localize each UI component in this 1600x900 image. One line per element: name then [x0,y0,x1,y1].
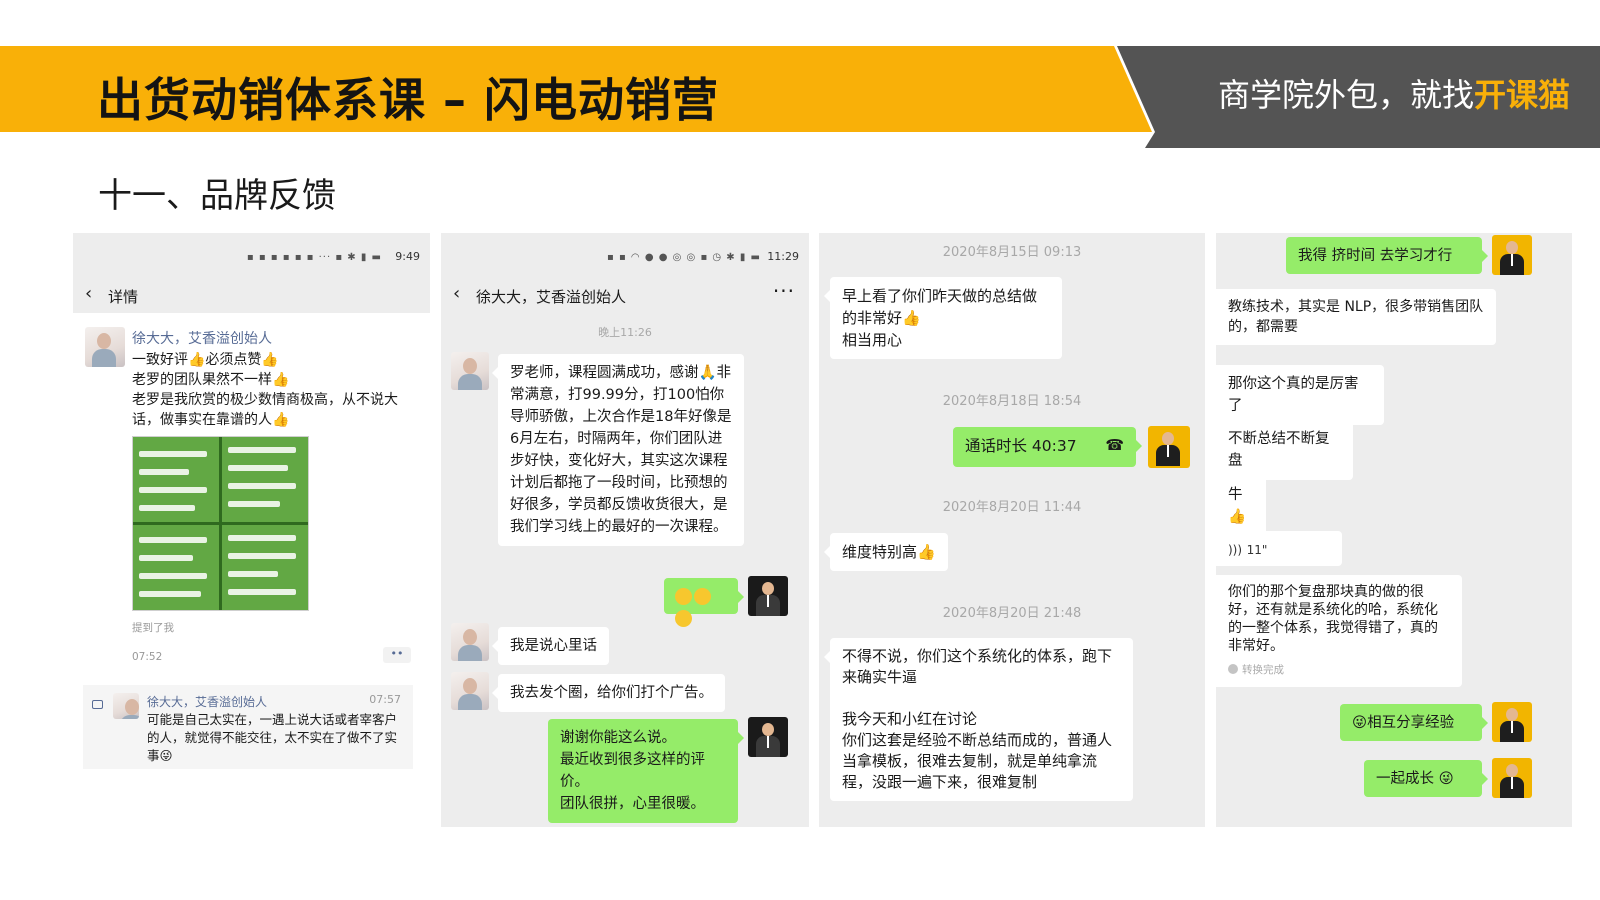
chat-time-label: 晚上11:26 [598,326,652,339]
call-bubble: 通话时长 40:37 ☎ [953,427,1142,467]
avatar[interactable] [85,327,125,367]
voice-transcript: 你们的那个复盘那块真的做的很好，还有就是系统化的哈，系统化的一整个体系，我觉得错… [1216,575,1462,687]
message-bubble: 不断总结不断复盘 [1216,420,1353,480]
image-cell [133,525,219,610]
avatar-self[interactable] [748,717,788,757]
post-time: 07:52 [132,651,163,663]
sent-bubble: 我得 挤时间 去学习才行 [1286,237,1488,274]
comment-icon [92,700,103,709]
message-bubble: 那你这个真的是厉害了 [1216,365,1384,425]
chat-title: 徐大大，艾香溢创始人 [476,288,627,306]
message-bubble: 维度特别高👍 [824,533,948,571]
screenshot-moments-post: ▪ ▪ ▪ ▪ ▪ ▪ ··· ▪ ✱ ▮ ▬ 9:49 ‹ 详情 徐大大，艾香… [73,233,430,827]
comment-time: 07:57 [369,693,401,706]
screenshot-chat-1: ▪ ▪ ◠ ● ● ◎ ◎ ▪ ◷ ✱ ▮ ▬ 11:29 ‹ 徐大大，艾香溢创… [441,233,809,827]
status-time: 11:29 [767,250,799,263]
sent-bubble: 一起成长 😜 [1364,760,1488,797]
message-bubble: 我去发个圈，给你们打个广告。 [492,674,725,712]
screenshot-chat-3: 我得 挤时间 去学习才行 教练技术，其实是 NLP，很多带销售团队的，都需要 那… [1216,233,1572,827]
post-text: 一致好评👍必须点赞👍 老罗的团队果然不一样👍 老罗是我欣赏的极少数情商极高，从不… [132,350,412,430]
image-cell [133,437,219,522]
transcribe-status: 转换完成 [1228,661,1450,679]
message-bubble: 罗老师，课程圆满成功，感谢🙏非常满意，打99.99分，打100怕你导师骄傲，上次… [492,354,744,546]
section-title: 十一、品牌反馈 [98,176,336,216]
avatar[interactable] [451,352,489,390]
course-title: 出货动销体系课 – 闪电动销营 [97,73,720,127]
more-icon[interactable]: ··· [773,279,795,303]
timestamp: 2020年8月18日 18:54 [942,394,1082,409]
avatar[interactable] [451,672,489,710]
mention-label: 提到了我 [132,622,174,634]
slogan-prefix: 商学院外包，就找 [1217,76,1474,114]
post-line: 老罗的团队果然不一样👍 [132,372,290,388]
emoji-message [664,578,744,627]
avatar-self[interactable] [748,576,788,616]
avatar-self[interactable] [1492,758,1532,798]
status-icons: ▪ ▪ ▪ ▪ ▪ ▪ ··· ▪ ✱ ▮ ▬ [246,252,382,263]
slide: 出货动销体系课 – 闪电动销营 商学院外包，就找开课猫 十一、品牌反馈 ▪ ▪ … [0,0,1600,900]
nav-title: 详情 [108,288,139,306]
image-cell [222,437,308,522]
comment-box: 徐大大，艾香溢创始人 07:57 可能是自己太实在，一遇上说大话或者宰客户的人，… [83,685,413,769]
status-time: 9:49 [395,250,420,263]
back-icon[interactable]: ‹ [85,283,92,304]
message-bubble: 牛👍 [1216,476,1266,536]
status-icons: ▪ ▪ ◠ ● ● ◎ ◎ ▪ ◷ ✱ ▮ ▬ [607,252,761,263]
smile-emoji-icon [694,588,711,605]
message-bubble: 教练技术，其实是 NLP，很多带销售团队的，都需要 [1216,289,1496,345]
poster-name[interactable]: 徐大大，艾香溢创始人 [132,328,272,348]
slogan: 商学院外包，就找开课猫 [1218,70,1570,116]
smile-emoji-icon [675,610,692,627]
message-bubble: 我是说心里话 [492,627,609,665]
phone-hangup-icon: ☎ [1105,436,1124,454]
slogan-brand: 开课猫 [1473,76,1570,114]
smile-emoji-icon [675,588,692,605]
post-image-thumbnail[interactable] [132,436,309,611]
post-line: 老罗是我欣赏的极少数情商极高，从不说大话，做事实在靠谱的人👍 [132,392,398,428]
timestamp: 2020年8月20日 21:48 [942,606,1082,621]
back-icon[interactable]: ‹ [453,283,460,304]
transcript-text: 你们的那个复盘那块真的做的很好，还有就是系统化的哈，系统化的一整个体系，我觉得错… [1228,584,1438,654]
avatar-self[interactable] [1148,426,1190,468]
timestamp: 2020年8月15日 09:13 [942,245,1082,260]
avatar[interactable] [451,623,489,661]
call-duration: 通话时长 40:37 [965,437,1077,455]
timestamp: 2020年8月20日 11:44 [942,500,1082,515]
avatar-self[interactable] [1492,702,1532,742]
check-icon [1228,664,1238,674]
message-bubble: 早上看了你们昨天做的总结做的非常好👍 相当用心 [824,277,1062,359]
post-line: 一致好评👍必须点赞👍 [132,352,279,368]
avatar-self[interactable] [1492,235,1532,275]
comment-avatar[interactable] [113,693,139,719]
nav-bar: ‹ 详情 [73,275,430,313]
message-bubble: 不得不说，你们这个系统化的体系，跑下来确实牛逼 我今天和小红在讨论 你们这套是经… [824,638,1133,801]
screenshot-chat-2: 2020年8月15日 09:13 早上看了你们昨天做的总结做的非常好👍 相当用心… [819,233,1205,827]
sent-bubble: 😜相互分享经验 [1340,704,1488,741]
voice-length: 11" [1246,543,1268,557]
image-cell [222,525,308,610]
comment-text: 可能是自己太实在，一遇上说大话或者宰客户的人，就觉得不能交往，太不实在了做不了实… [147,712,398,763]
more-actions-button[interactable]: •• [383,647,411,663]
voice-message[interactable]: ))) 11" [1216,531,1342,566]
comment-author[interactable]: 徐大大，艾香溢创始人 [147,693,267,710]
nav-bar: ‹ 徐大大，艾香溢创始人 ··· [441,275,809,315]
reply-bubble: 谢谢你能这么说。 最近收到很多这样的评价。 团队很拼，心里很暖。 [548,719,744,823]
image-grid [133,437,308,610]
voice-icon: ))) [1228,543,1243,557]
